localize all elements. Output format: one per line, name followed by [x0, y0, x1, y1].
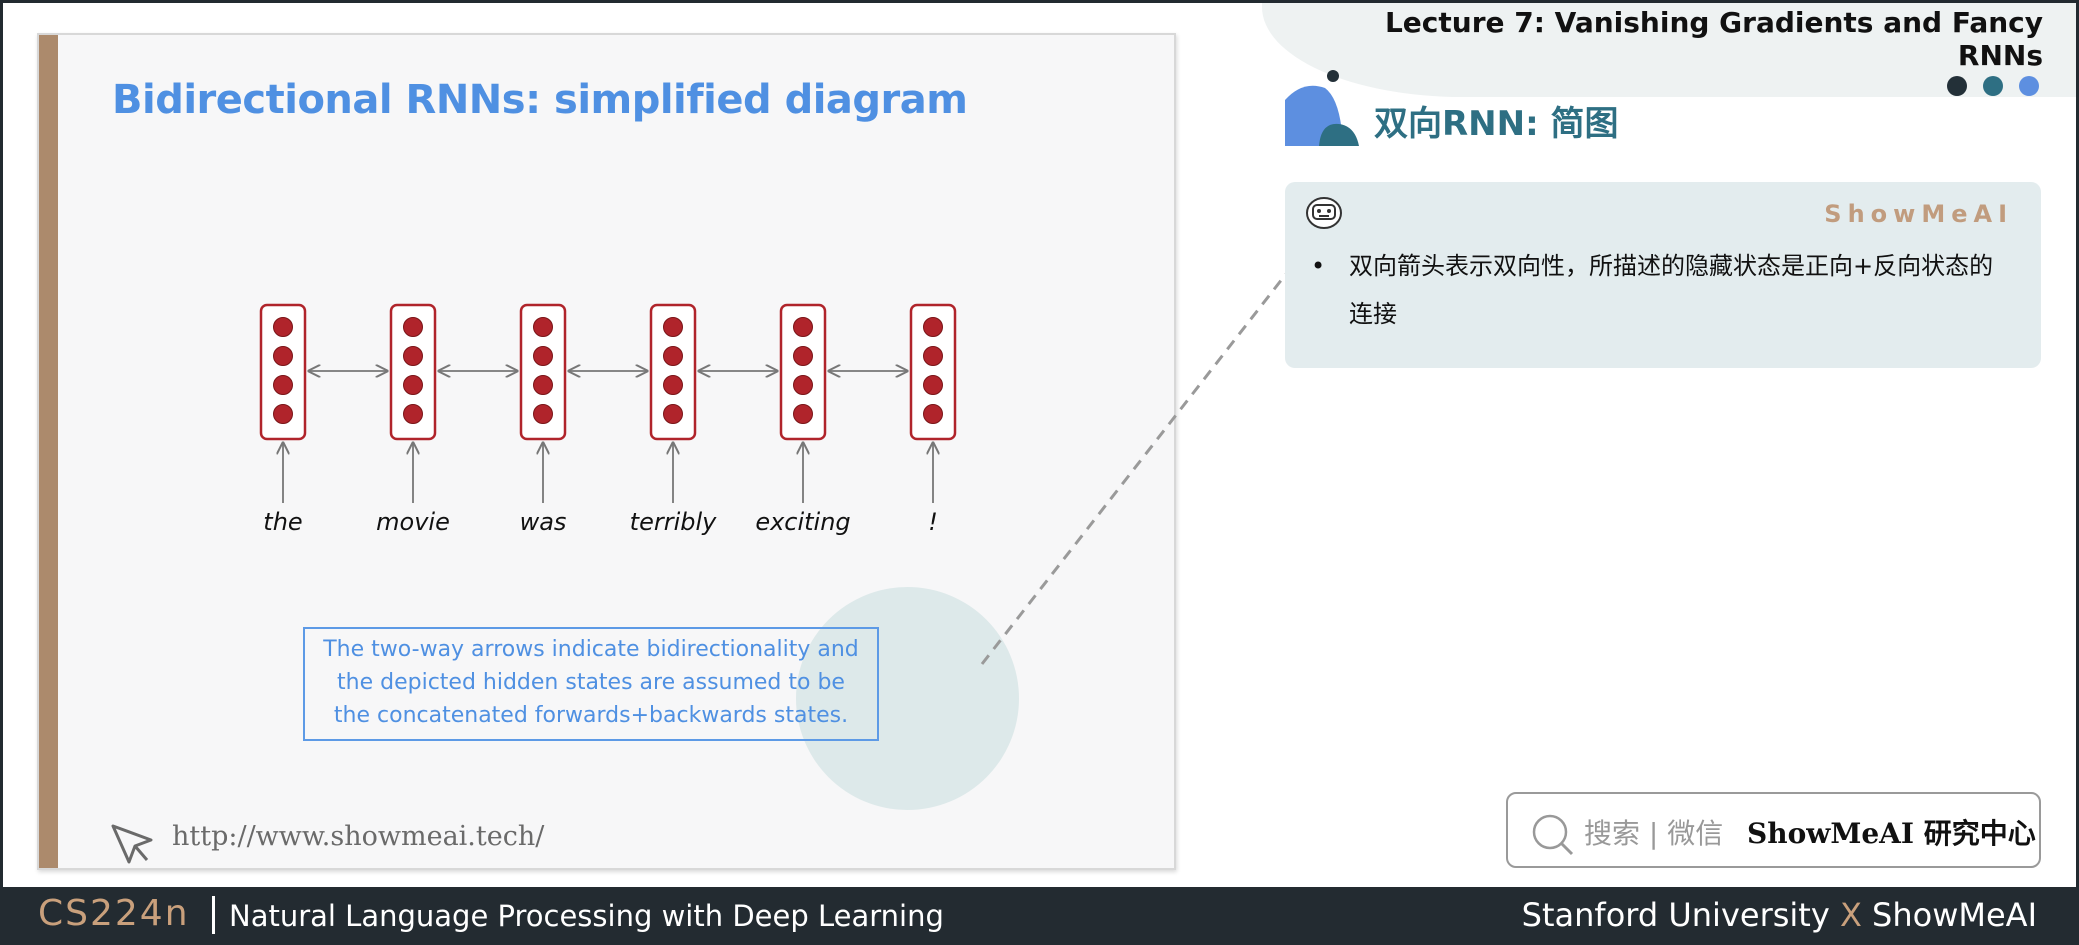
robot-icon [1306, 197, 1342, 229]
footer-credits: Stanford University X ShowMeAI [1522, 896, 2037, 934]
bullet-marker: • [1311, 252, 1326, 280]
search-brand: ShowMeAI 研究中心 [1747, 817, 2036, 850]
footer-bar: CS224n Natural Language Processing with … [0, 887, 2079, 945]
footer-subtitle: Natural Language Processing with Deep Le… [229, 899, 944, 933]
search-label: 搜索 | 微信 [1584, 817, 1724, 850]
footer-divider [212, 896, 215, 934]
wechat-search-box[interactable]: 搜索 | 微信 ShowMeAI 研究中心 [1506, 792, 2041, 868]
search-icon [1532, 814, 1574, 856]
note-bullet: • 双向箭头表示双向性，所描述的隐藏状态是正向+反向状态的连接 [1311, 242, 2011, 338]
showmeai-brand: ShowMeAI [1824, 200, 2013, 228]
bullet-text: 双向箭头表示双向性，所描述的隐藏状态是正向+反向状态的连接 [1349, 252, 1994, 328]
footer-stanford: Stanford University [1521, 896, 1830, 934]
footer-separator: X [1839, 896, 1862, 934]
footer-course: CS224n [38, 893, 190, 934]
footer-showmeai: ShowMeAI [1872, 896, 2037, 934]
note-card: ShowMeAI • 双向箭头表示双向性，所描述的隐藏状态是正向+反向状态的连接 [1285, 182, 2041, 368]
